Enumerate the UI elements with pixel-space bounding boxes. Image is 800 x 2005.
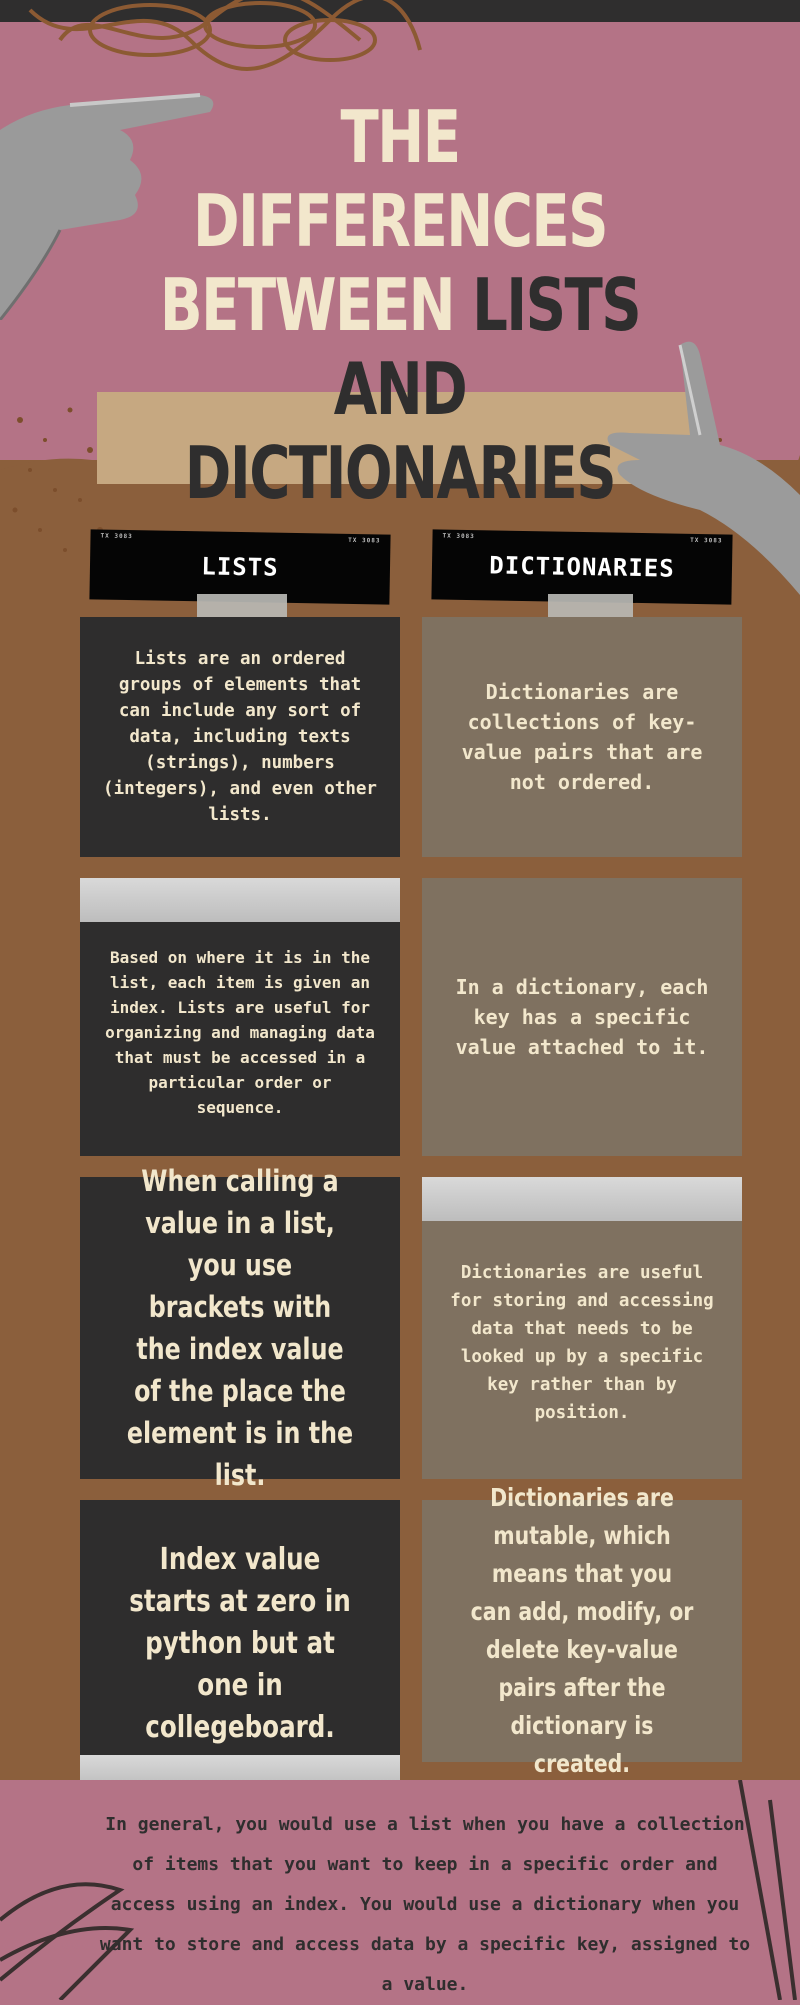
summary-text: In general, you would use a list when yo… [99, 1814, 751, 1995]
page-title: THE DIFFERENCES BETWEEN LISTS AND DICTIO… [158, 95, 642, 515]
title-line-1: THE DIFFERENCES [192, 95, 609, 263]
title-line-3: DICTIONARIES [184, 431, 617, 515]
torn-paper-strip [422, 1177, 742, 1221]
dictionaries-card-3: Dictionaries are useful for storing and … [422, 1177, 742, 1479]
lists-header-label: LISTS [201, 552, 279, 582]
title-line-2: BETWEEN LISTS AND [159, 263, 642, 431]
dictionaries-card-4: Dictionaries are mutable, which means th… [422, 1483, 742, 1778]
lists-card-3: When calling a value in a list, you use … [80, 1164, 400, 1492]
dictionaries-header-label: DICTIONARIES [489, 551, 675, 583]
lists-card-1: Lists are an ordered groups of elements … [80, 617, 400, 857]
dictionaries-card-1: Dictionaries are collections of key-valu… [422, 617, 742, 857]
torn-paper-strip [80, 878, 400, 922]
dictionaries-card-2: In a dictionary, each key has a specific… [422, 878, 742, 1156]
lists-card-4: Index value starts at zero in python but… [80, 1500, 400, 1787]
